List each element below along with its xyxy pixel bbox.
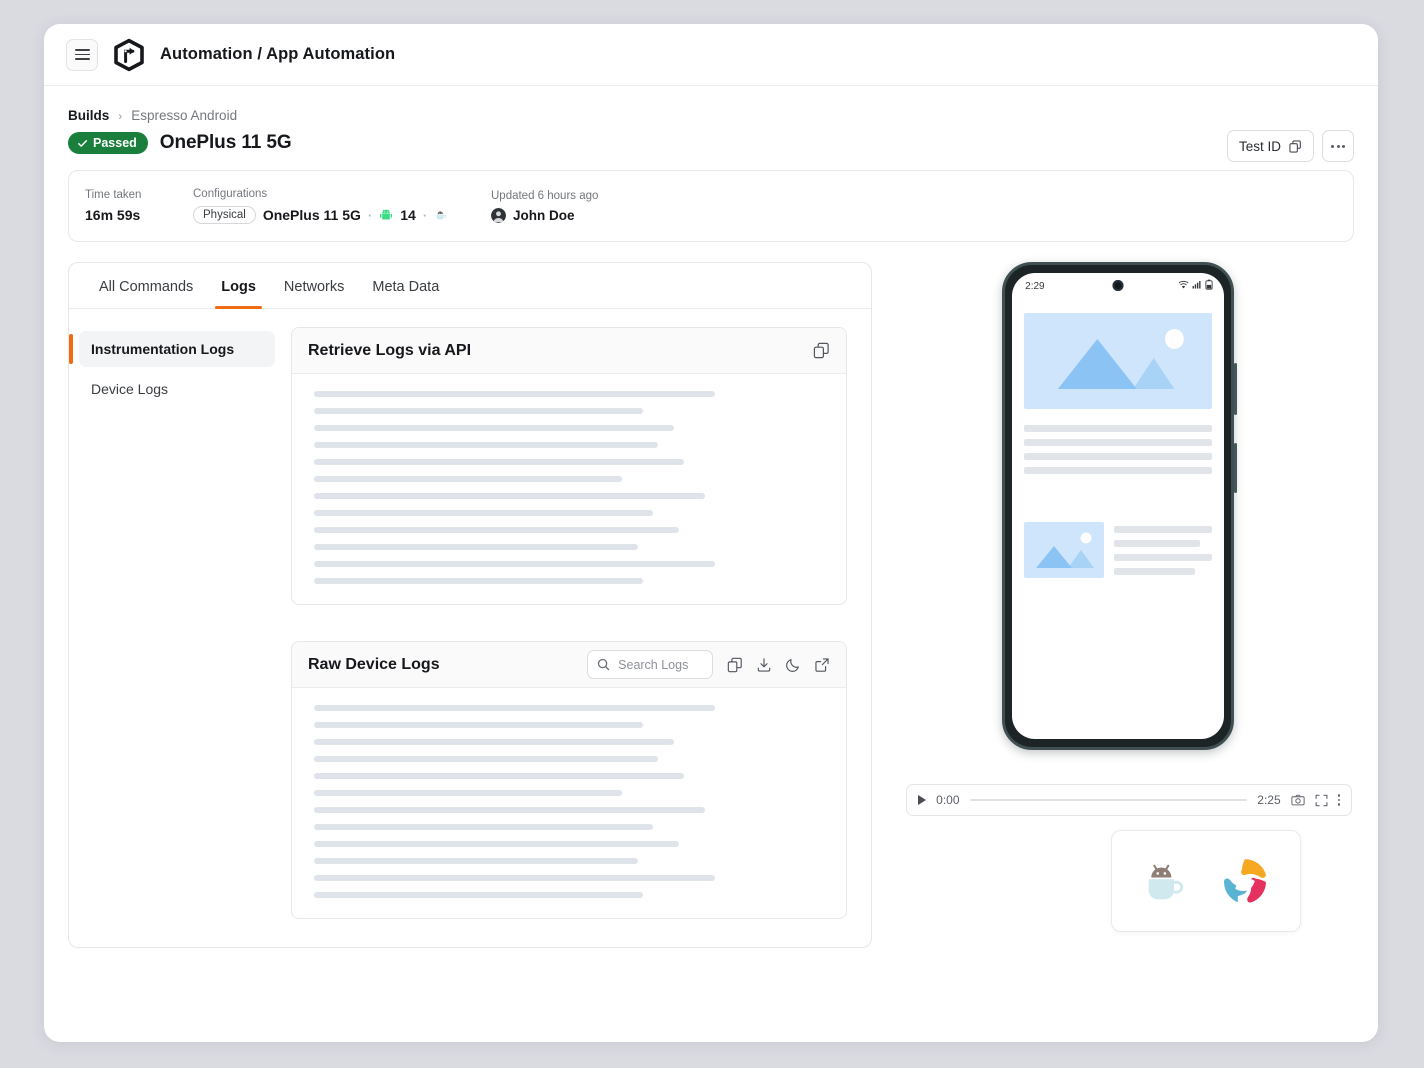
logs-side-list: Instrumentation Logs Device Logs xyxy=(79,327,275,919)
retrieve-logs-header: Retrieve Logs via API xyxy=(292,328,846,374)
brand-hexagon-logo xyxy=(112,38,146,72)
search-input[interactable]: Search Logs xyxy=(587,650,713,679)
android-icon xyxy=(379,208,393,222)
dot-separator-icon: · xyxy=(368,208,372,223)
play-icon[interactable] xyxy=(918,795,926,805)
more-options-button[interactable] xyxy=(1322,130,1354,162)
updated-user: John Doe xyxy=(491,208,598,223)
dark-mode-icon[interactable] xyxy=(785,657,801,673)
camera-icon[interactable] xyxy=(1291,793,1305,807)
more-vertical-icon[interactable] xyxy=(1338,794,1341,806)
sidebar-item-device-logs[interactable]: Device Logs xyxy=(79,371,275,407)
tab-bar: All Commands Logs Networks Meta Data xyxy=(69,263,871,309)
avatar xyxy=(491,208,506,223)
status-bar-icons xyxy=(1178,279,1213,290)
signal-icon xyxy=(1192,279,1203,290)
wifi-icon xyxy=(1178,279,1189,290)
breadcrumb-current[interactable]: Espresso Android xyxy=(131,108,237,123)
title-actions: Test ID xyxy=(1227,130,1354,162)
phone-status-bar: 2:29 xyxy=(1012,273,1224,299)
device-type-pill: Physical xyxy=(193,206,256,224)
espresso-cup-icon xyxy=(434,208,448,222)
copy-icon[interactable] xyxy=(727,657,743,673)
battery-icon xyxy=(1205,279,1213,290)
retrieve-logs-skeleton xyxy=(292,374,846,604)
status-bar-time: 2:29 xyxy=(1025,281,1044,292)
config-os-version: 14 xyxy=(400,207,416,223)
main-split: All Commands Logs Networks Meta Data Ins… xyxy=(68,262,1354,948)
check-icon xyxy=(77,138,88,149)
mock-image-large xyxy=(1024,313,1212,409)
video-player-controls: 0:00 2:25 xyxy=(906,784,1352,816)
log-cards: Retrieve Logs via API xyxy=(291,327,847,919)
mock-text-lines-large xyxy=(1024,425,1212,474)
page-title: Automation / App Automation xyxy=(160,45,395,64)
raw-device-logs-card: Raw Device Logs Search Logs xyxy=(291,641,847,919)
user-name: John Doe xyxy=(513,208,575,223)
title-row: Passed OnePlus 11 5G Test ID xyxy=(68,132,1354,154)
copy-icon[interactable] xyxy=(813,342,830,359)
mock-text-lines-small xyxy=(1114,526,1212,575)
status-badge-label: Passed xyxy=(93,136,137,150)
framework-logos-card xyxy=(1111,830,1301,932)
device-title: OnePlus 11 5G xyxy=(160,132,292,154)
test-id-label: Test ID xyxy=(1239,139,1281,154)
multicolor-swirl-logo xyxy=(1217,853,1273,909)
tab-logs[interactable]: Logs xyxy=(211,263,266,308)
raw-device-logs-skeleton xyxy=(292,688,846,918)
breadcrumb-builds[interactable]: Builds xyxy=(68,108,109,123)
tab-networks[interactable]: Networks xyxy=(274,263,354,308)
hamburger-icon[interactable] xyxy=(66,39,98,71)
config-device-name: OnePlus 11 5G xyxy=(263,207,361,223)
updated-block: Updated 6 hours ago John Doe xyxy=(491,190,598,223)
fullscreen-icon[interactable] xyxy=(1315,794,1328,807)
app-window: Automation / App Automation Builds › Esp… xyxy=(44,24,1378,1042)
phone-screen: 2:29 xyxy=(1012,273,1224,739)
mock-image-small xyxy=(1024,522,1104,578)
front-camera-icon xyxy=(1113,280,1124,291)
configurations-label: Configurations xyxy=(193,188,491,200)
search-placeholder: Search Logs xyxy=(618,658,688,672)
configurations-value: Physical OnePlus 11 5G · 14 · xyxy=(193,206,491,224)
logs-panel: All Commands Logs Networks Meta Data Ins… xyxy=(68,262,872,948)
download-icon[interactable] xyxy=(756,657,772,673)
retrieve-logs-actions xyxy=(813,342,830,359)
app-mock-content xyxy=(1012,299,1224,592)
open-external-icon[interactable] xyxy=(814,657,830,673)
breadcrumb-separator-icon: › xyxy=(118,109,122,123)
tab-meta-data[interactable]: Meta Data xyxy=(362,263,449,308)
status-badge: Passed xyxy=(68,132,148,154)
test-id-button[interactable]: Test ID xyxy=(1227,130,1314,162)
logs-panel-body: Instrumentation Logs Device Logs Retriev… xyxy=(69,309,871,947)
breadcrumb: Builds › Espresso Android xyxy=(68,108,1354,123)
tab-all-commands[interactable]: All Commands xyxy=(89,263,203,308)
retrieve-logs-title: Retrieve Logs via API xyxy=(308,342,799,360)
copy-icon xyxy=(1289,140,1302,153)
search-icon xyxy=(597,658,610,671)
updated-label: Updated 6 hours ago xyxy=(491,190,598,202)
total-time: 2:25 xyxy=(1257,793,1280,807)
raw-device-logs-title: Raw Device Logs xyxy=(308,656,573,674)
time-taken-value: 16m 59s xyxy=(85,207,193,223)
player-action-icons xyxy=(1291,793,1341,807)
dot-separator-icon-2: · xyxy=(423,208,427,223)
raw-device-logs-actions xyxy=(727,657,830,673)
retrieve-logs-card: Retrieve Logs via API xyxy=(291,327,847,605)
mock-list-item xyxy=(1024,522,1212,578)
sidebar-item-instrumentation-logs[interactable]: Instrumentation Logs xyxy=(79,331,275,367)
espresso-coffee-android-logo xyxy=(1139,853,1195,909)
current-time: 0:00 xyxy=(936,793,959,807)
content-area: Builds › Espresso Android Passed OnePlus… xyxy=(44,86,1378,1042)
phone-mockup: 2:29 xyxy=(1002,262,1234,750)
device-preview-column: 2:29 xyxy=(906,262,1354,948)
time-taken-label: Time taken xyxy=(85,189,193,201)
progress-bar[interactable] xyxy=(970,799,1248,801)
raw-device-logs-header: Raw Device Logs Search Logs xyxy=(292,642,846,688)
top-bar: Automation / App Automation xyxy=(44,24,1378,86)
configurations-block: Configurations Physical OnePlus 11 5G · … xyxy=(193,188,491,224)
time-taken-block: Time taken 16m 59s xyxy=(85,189,193,223)
summary-strip: Time taken 16m 59s Configurations Physic… xyxy=(68,170,1354,242)
